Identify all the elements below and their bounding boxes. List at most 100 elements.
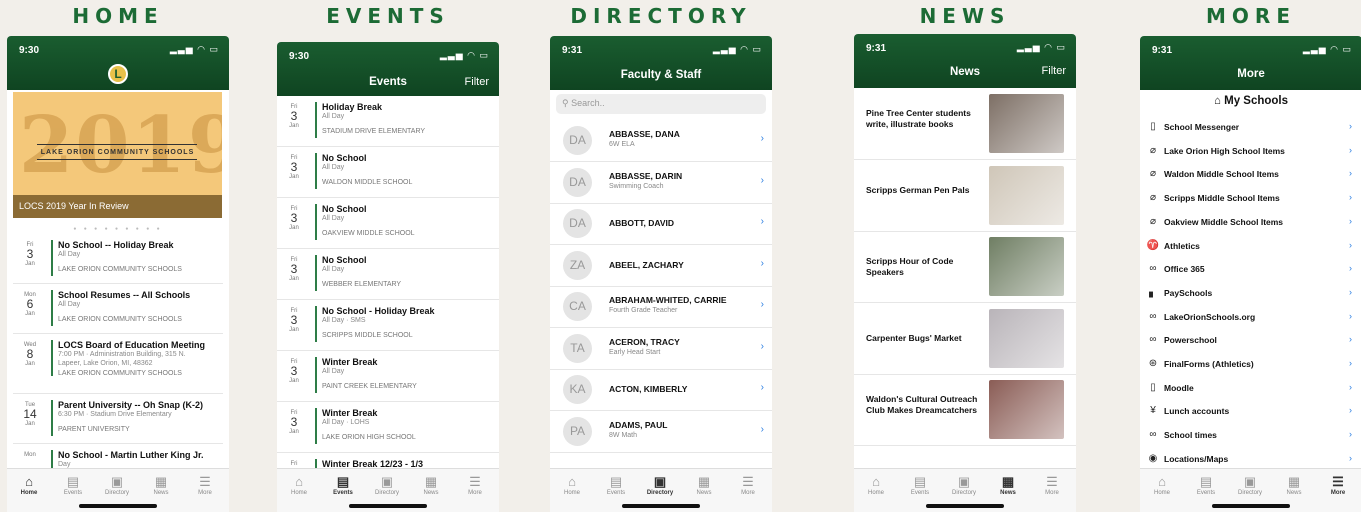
directory-row[interactable]: DA ABBOTT, DAVID ›	[550, 203, 772, 245]
tab-more[interactable]: ☰ More	[183, 474, 227, 496]
tab-home[interactable]: ⌂ Home	[7, 474, 51, 496]
event-date: Fri 3 Jan	[281, 206, 307, 231]
tab-news[interactable]: ▦ News	[682, 474, 726, 496]
more-item[interactable]: ▖ PaySchools ›	[1140, 282, 1361, 306]
calendar-icon: ▤	[1199, 474, 1213, 489]
news-item[interactable]: Waldon's Cultural Outreach Club Makes Dr…	[854, 374, 1076, 446]
directory-title: Faculty & Staff	[620, 69, 702, 81]
directory-row[interactable]: PA ADAMS, PAUL 8W Math ›	[550, 411, 772, 453]
directory-row[interactable]: DA ABBASSE, DARIN Swimming Coach ›	[550, 162, 772, 204]
newspaper-icon: ▦	[697, 474, 711, 489]
tab-home[interactable]: ⌂ Home	[854, 474, 898, 496]
more-item[interactable]: ∞ Office 365 ›	[1140, 258, 1361, 282]
more-item[interactable]: ♈ Athletics ›	[1140, 235, 1361, 259]
tab-home[interactable]: ⌂ Home	[1140, 474, 1184, 496]
tab-home[interactable]: ⌂ Home	[277, 474, 321, 496]
tab-directory[interactable]: ▣ Directory	[95, 474, 139, 496]
event-accent-bar	[51, 290, 53, 326]
news-thumbnail	[989, 237, 1064, 296]
event-row[interactable]: Fri 3 Jan No School -- Holiday Break All Day…	[13, 234, 223, 284]
tab-more[interactable]: ☰ More	[453, 474, 497, 496]
contact-card-icon: ▣	[380, 474, 394, 489]
news-item[interactable]: Scripps German Pen Pals	[854, 160, 1076, 232]
event-row[interactable]: Fri 3 Jan Holiday Break All Day STADIUM DRIVE…	[277, 96, 499, 147]
tab-directory[interactable]: ▣ Directory	[638, 474, 682, 496]
tab-news[interactable]: ▦ News	[139, 474, 183, 496]
tab-events[interactable]: ▤ Events	[898, 474, 942, 496]
event-row[interactable]: Mon No School - Martin Luther King Jr. Day	[13, 444, 223, 468]
directory-row[interactable]: KA ACTON, KIMBERLY ›	[550, 369, 772, 411]
tab-more[interactable]: ☰ More	[1030, 474, 1074, 496]
event-row[interactable]: Tue 14 Jan Parent University -- Oh Snap (K-…	[13, 394, 223, 444]
tab-directory[interactable]: ▣ Directory	[365, 474, 409, 496]
tab-label: More	[468, 490, 482, 496]
more-item[interactable]: ◉ Locations/Maps ›	[1140, 448, 1361, 468]
event-accent-bar	[315, 408, 317, 444]
more-item[interactable]: ∞ Powerschool ›	[1140, 329, 1361, 353]
tab-more[interactable]: ☰ More	[726, 474, 770, 496]
contact-card-icon: ▣	[957, 474, 971, 489]
tab-news[interactable]: ▦ News	[986, 474, 1030, 496]
directory-row[interactable]: CA ABRAHAM-WHITED, CARRIE Fourth Grade Tea…	[550, 286, 772, 328]
tab-label: News	[153, 490, 169, 496]
event-row[interactable]: Wed 8 Jan LOCS Board of Education Meeting 7:…	[13, 334, 223, 394]
avatar: PA	[563, 416, 592, 446]
banner-caption: LOCS 2019 Year In Review	[13, 195, 222, 218]
carousel-dots[interactable]: ● ● ● ● ● ● ● ● ●	[7, 226, 229, 232]
event-subtitle: All Day	[322, 266, 345, 273]
tab-directory[interactable]: ▣ Directory	[1228, 474, 1272, 496]
more-item[interactable]: ∞ LakeOrionSchools.org ›	[1140, 306, 1361, 330]
more-item[interactable]: ▯ School Messenger ›	[1140, 116, 1361, 140]
event-row[interactable]: Fri 3 Jan Winter Break All Day PAINT CREEK EL…	[277, 351, 499, 402]
tab-events[interactable]: ▤ Events	[1184, 474, 1228, 496]
event-row[interactable]: Fri 3 Jan No School All Day WEBBER ELEMENTARY	[277, 249, 499, 300]
event-title: Holiday Break	[322, 102, 383, 112]
link-icon: ⌀	[1149, 192, 1157, 204]
event-row[interactable]: Fri 3 Jan No School - Holiday Break All Day …	[277, 300, 499, 351]
more-item[interactable]: ⌀ Lake Orion High School Items ›	[1140, 140, 1361, 164]
news-item[interactable]: Pine Tree Center students write, illustr…	[854, 88, 1076, 160]
more-item[interactable]: ⌀ Oakview Middle School Items ›	[1140, 211, 1361, 235]
news-phone: 9:31 ▂▃▅ ◠ ▭ News Filter Pine Tree Cente…	[854, 34, 1076, 512]
search-input[interactable]: ⚲ Search..	[556, 94, 766, 114]
event-row[interactable]: Mon 6 Jan School Resumes -- All Schools All …	[13, 284, 223, 334]
filter-button[interactable]: Filter	[1042, 65, 1066, 77]
tab-home[interactable]: ⌂ Home	[550, 474, 594, 496]
more-item-label: LakeOrionSchools.org	[1164, 311, 1256, 322]
event-date: Fri 3 Jan	[281, 359, 307, 384]
event-row[interactable]: Fri Winter Break 12/23 - 1/3	[277, 453, 499, 468]
more-item[interactable]: ⌀ Scripps Middle School Items ›	[1140, 187, 1361, 211]
more-item[interactable]: ∞ School times ›	[1140, 424, 1361, 448]
tab-label: Home	[563, 490, 580, 496]
news-item[interactable]: Carpenter Bugs' Market	[854, 303, 1076, 375]
event-row[interactable]: Fri 3 Jan Winter Break All Day · LOHS LAKE OR…	[277, 402, 499, 453]
more-title: More	[1237, 68, 1265, 80]
directory-row[interactable]: ZA ABEEL, ZACHARY ›	[550, 245, 772, 287]
tab-events[interactable]: ▤ Events	[594, 474, 638, 496]
tab-news[interactable]: ▦ News	[1272, 474, 1316, 496]
more-item[interactable]: ⌀ Waldon Middle School Items ›	[1140, 163, 1361, 187]
tab-more[interactable]: ☰ More	[1316, 474, 1360, 496]
event-month: Jan	[289, 378, 299, 384]
event-row[interactable]: Fri 3 Jan No School All Day OAKVIEW MIDDLE SC…	[277, 198, 499, 249]
more-item[interactable]: ▯ Moodle ›	[1140, 377, 1361, 401]
directory-row[interactable]: TA ACERON, TRACY Early Head Start ›	[550, 328, 772, 370]
tab-news[interactable]: ▦ News	[409, 474, 453, 496]
event-day: 8	[26, 347, 34, 361]
tab-events[interactable]: ▤ Events	[51, 474, 95, 496]
tab-directory[interactable]: ▣ Directory	[942, 474, 986, 496]
news-item[interactable]: Scripps Hour of Code Speakers	[854, 231, 1076, 303]
filter-button[interactable]: Filter	[465, 76, 489, 88]
more-item[interactable]: ¥ Lunch accounts ›	[1140, 400, 1361, 424]
more-item-label: Moodle	[1164, 382, 1194, 393]
home-events-list: Fri 3 Jan No School -- Holiday Break All Day…	[7, 234, 229, 468]
event-row[interactable]: Fri 3 Jan No School All Day WALDON MIDDLE SCH…	[277, 147, 499, 198]
status-time: 9:30	[19, 45, 40, 56]
home-indicator	[79, 504, 157, 508]
tab-events[interactable]: ▤ Events	[321, 474, 365, 496]
person-name: ABBOTT, DAVID	[609, 218, 675, 228]
featured-banner[interactable]: 2019 LAKE ORION COMMUNITY SCHOOLS LOCS 2…	[13, 92, 222, 218]
calendar-icon: ▤	[609, 474, 623, 489]
directory-row[interactable]: DA ABBASSE, DANA 6W ELA ›	[550, 120, 772, 162]
more-item[interactable]: ⊛ FinalForms (Athletics) ›	[1140, 353, 1361, 377]
